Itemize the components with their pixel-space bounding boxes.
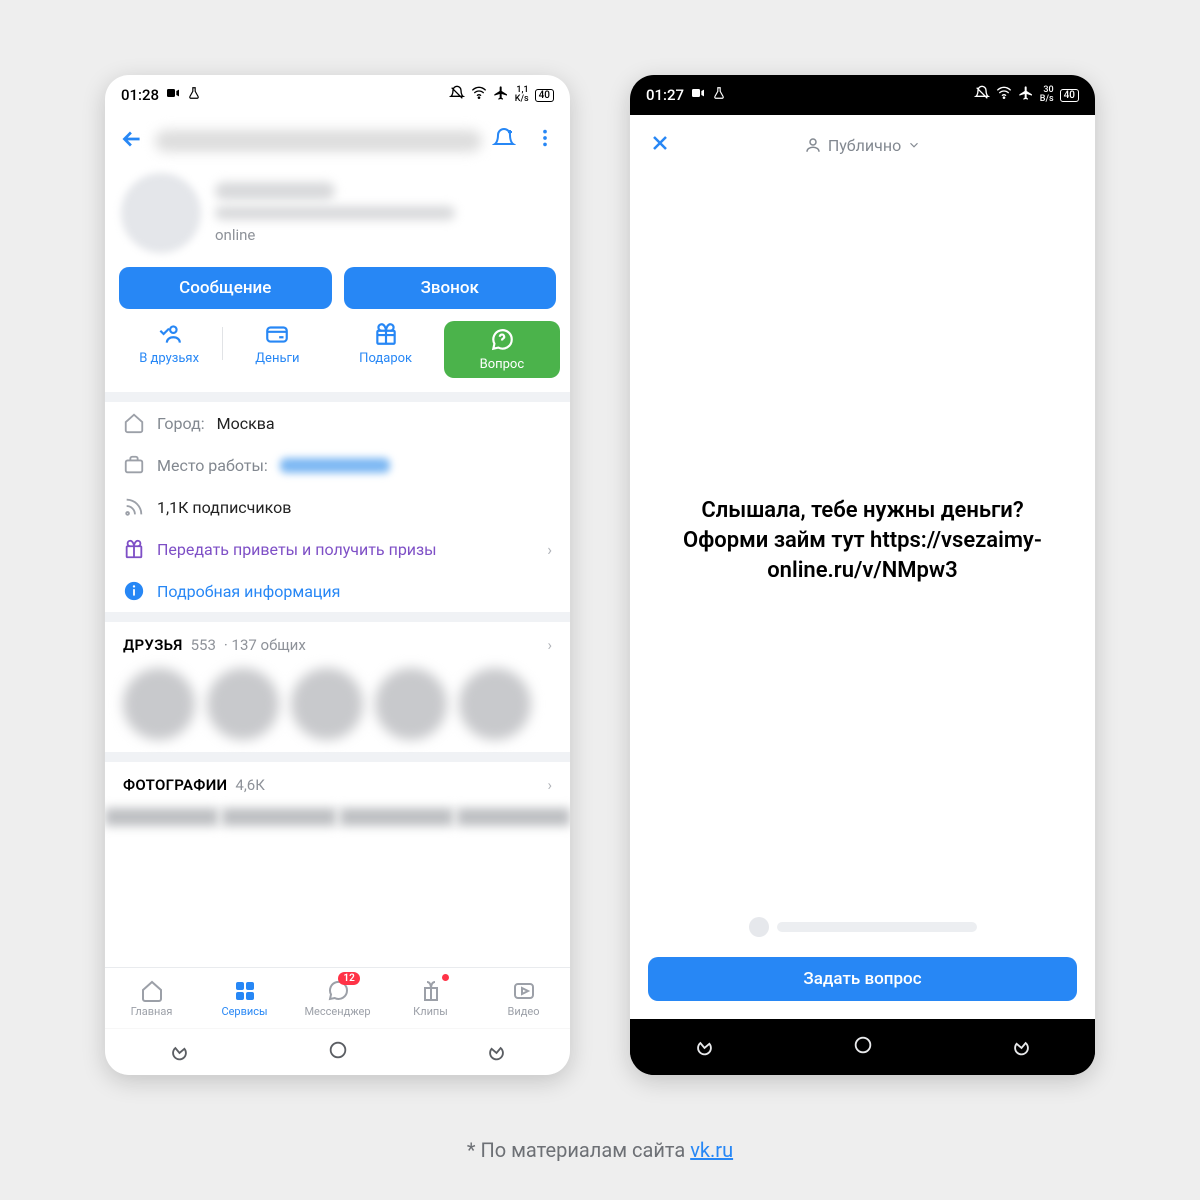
audience-selector[interactable]: Публично bbox=[672, 136, 1053, 155]
info-work[interactable]: Место работы: bbox=[105, 444, 570, 486]
anonymous-row[interactable] bbox=[630, 907, 1095, 947]
profile-header bbox=[105, 115, 570, 167]
info-city[interactable]: Город: Москва bbox=[105, 402, 570, 444]
header-title-blurred bbox=[155, 130, 482, 152]
info-promo[interactable]: Передать приветы и получить призы › bbox=[105, 528, 570, 570]
status-time: 01:27 bbox=[646, 86, 684, 104]
message-button[interactable]: Сообщение bbox=[119, 267, 332, 309]
chevron-down-icon bbox=[907, 138, 921, 152]
friends-avatars[interactable] bbox=[105, 668, 570, 752]
action-money-label: Деньги bbox=[255, 351, 299, 366]
action-question[interactable]: Вопрос bbox=[444, 321, 560, 378]
profile-status-blurred bbox=[215, 206, 455, 220]
battery-icon: 40 bbox=[1060, 89, 1079, 102]
status-time: 01:28 bbox=[121, 86, 159, 104]
nav-home[interactable]: Главная bbox=[105, 968, 198, 1028]
action-gift[interactable]: Подарок bbox=[332, 321, 440, 378]
phone-right: 01:27 30B/s 40 Публично Слышала, тебе ну… bbox=[630, 75, 1095, 1075]
messenger-badge: 12 bbox=[338, 972, 359, 985]
chevron-right-icon: › bbox=[547, 636, 552, 654]
call-button[interactable]: Звонок bbox=[344, 267, 557, 309]
battery-icon: 40 bbox=[535, 89, 554, 102]
work-blurred bbox=[280, 458, 390, 473]
back-button[interactable] bbox=[119, 126, 145, 156]
bell-off-icon bbox=[449, 85, 465, 105]
flask-icon bbox=[712, 86, 726, 104]
system-nav-left bbox=[105, 1028, 570, 1075]
airplane-icon bbox=[493, 85, 509, 105]
system-nav-right bbox=[630, 1019, 1095, 1075]
chevron-right-icon: › bbox=[547, 540, 552, 559]
wifi-icon bbox=[996, 85, 1012, 105]
action-friends-label: В друзьях bbox=[139, 351, 199, 366]
avatar[interactable] bbox=[121, 173, 201, 253]
status-net: 30B/s bbox=[1040, 86, 1054, 104]
action-question-label: Вопрос bbox=[480, 357, 525, 372]
action-money[interactable]: Деньги bbox=[223, 321, 331, 378]
recent-button[interactable] bbox=[172, 1039, 194, 1065]
chevron-right-icon: › bbox=[547, 776, 552, 794]
recent-button[interactable] bbox=[697, 1034, 719, 1060]
source-link[interactable]: vk.ru bbox=[690, 1138, 733, 1162]
compose-header: Публично bbox=[630, 115, 1095, 175]
airplane-icon bbox=[1018, 85, 1034, 105]
camera-icon bbox=[690, 85, 706, 105]
flask-icon bbox=[187, 86, 201, 104]
notification-add-icon[interactable] bbox=[492, 127, 516, 155]
friends-section[interactable]: ДРУЗЬЯ 553 · 137 общих › bbox=[105, 622, 570, 668]
wifi-icon bbox=[471, 85, 487, 105]
nav-clips[interactable]: Клипы bbox=[384, 968, 477, 1028]
anon-avatar-icon bbox=[749, 917, 769, 937]
profile-name-blurred bbox=[215, 182, 335, 200]
close-button[interactable] bbox=[648, 131, 672, 159]
more-icon[interactable] bbox=[534, 127, 556, 155]
caption: * По материалам сайта vk.ru bbox=[0, 1138, 1200, 1162]
back-sys-button[interactable] bbox=[1007, 1034, 1029, 1060]
action-gift-label: Подарок bbox=[359, 351, 412, 366]
camera-icon bbox=[165, 85, 181, 105]
phone-left: 01:28 1,1K/s 40 online Сообщение Звонок bbox=[105, 75, 570, 1075]
question-text: Слышала, тебе нужны деньги? Оформи займ … bbox=[630, 175, 1095, 907]
photos-row[interactable] bbox=[105, 808, 570, 826]
nav-messenger[interactable]: 12 Мессенджер bbox=[291, 968, 384, 1028]
clips-dot bbox=[442, 974, 449, 981]
back-sys-button[interactable] bbox=[482, 1039, 504, 1065]
home-button[interactable] bbox=[852, 1034, 874, 1060]
info-subs[interactable]: 1,1К подписчиков bbox=[105, 486, 570, 528]
status-bar-right: 01:27 30B/s 40 bbox=[630, 75, 1095, 115]
bottom-nav: Главная Сервисы 12 Мессенджер Клипы Виде… bbox=[105, 967, 570, 1028]
nav-video[interactable]: Видео bbox=[477, 968, 570, 1028]
home-button[interactable] bbox=[327, 1039, 349, 1065]
bell-off-icon bbox=[974, 85, 990, 105]
info-more[interactable]: Подробная информация bbox=[105, 570, 570, 612]
online-status: online bbox=[215, 226, 554, 244]
photos-section[interactable]: ФОТОГРАФИИ 4,6К › bbox=[105, 762, 570, 808]
ask-question-button[interactable]: Задать вопрос bbox=[648, 957, 1077, 1001]
status-net: 1,1K/s bbox=[515, 86, 529, 104]
profile-block: online bbox=[105, 167, 570, 263]
nav-services[interactable]: Сервисы bbox=[198, 968, 291, 1028]
status-bar-left: 01:28 1,1K/s 40 bbox=[105, 75, 570, 115]
action-friends[interactable]: В друзьях bbox=[115, 321, 223, 378]
